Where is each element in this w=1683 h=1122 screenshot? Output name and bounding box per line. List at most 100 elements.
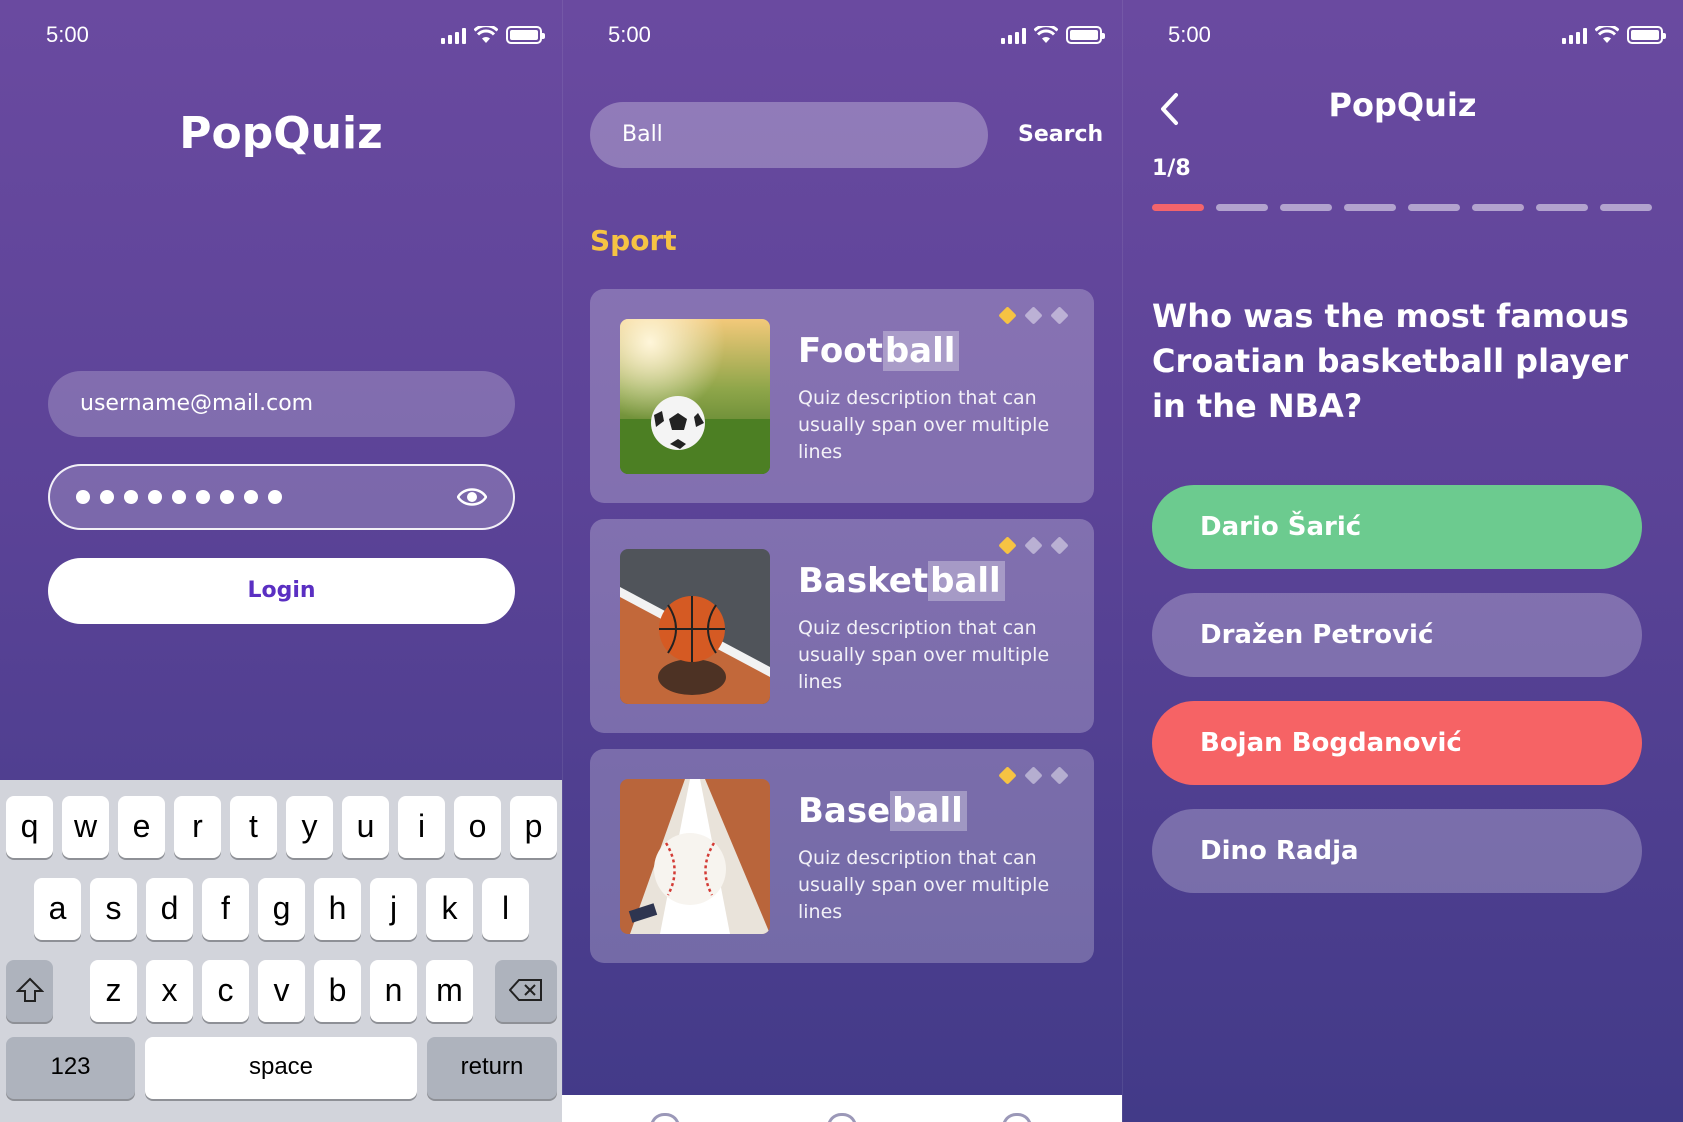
difficulty-rating <box>998 766 1069 785</box>
password-dot <box>100 490 114 504</box>
key-p[interactable]: p <box>510 796 557 858</box>
shift-key[interactable] <box>6 960 53 1022</box>
battery-icon <box>506 26 545 44</box>
search-match-highlight: ball <box>882 331 960 371</box>
login-screen: 5:00 PopQuiz username@mail.com Login 123… <box>0 0 562 1122</box>
password-dot <box>268 490 282 504</box>
password-mask <box>76 490 282 504</box>
question-counter: 1/8 <box>1152 156 1191 181</box>
card-description: Quiz description that can usually span o… <box>798 387 1050 463</box>
search-screen: 5:00 Ball Search Sport Football Quiz des… <box>562 0 1122 1122</box>
key-h[interactable]: h <box>314 878 361 940</box>
status-time: 5:00 <box>608 22 651 47</box>
answer-option-1[interactable]: Dario Šarić <box>1152 485 1642 569</box>
return-key[interactable]: return <box>427 1037 557 1099</box>
shift-icon <box>15 977 44 1002</box>
tab-settings-icon[interactable] <box>1002 1113 1032 1122</box>
signal-icon <box>441 28 466 44</box>
key-b[interactable]: b <box>314 960 361 1022</box>
quiz-card-basketball[interactable]: Basketball Quiz description that can usu… <box>590 519 1094 733</box>
difficulty-rating <box>998 536 1069 555</box>
key-v[interactable]: v <box>258 960 305 1022</box>
quiz-card-baseball[interactable]: Baseball Quiz description that can usual… <box>590 749 1094 963</box>
password-dot <box>244 490 258 504</box>
key-o[interactable]: o <box>454 796 501 858</box>
answer-option-2[interactable]: Dražen Petrović <box>1152 593 1642 677</box>
progress-segment <box>1216 204 1268 211</box>
email-field[interactable]: username@mail.com <box>48 371 515 437</box>
key-x[interactable]: x <box>146 960 193 1022</box>
search-query: Ball <box>622 122 663 147</box>
progress-segment <box>1280 204 1332 211</box>
card-title: Basketball <box>798 561 1005 601</box>
eye-icon[interactable] <box>457 486 487 508</box>
numbers-key[interactable]: 123 <box>6 1037 135 1099</box>
search-match-highlight: ball <box>928 561 1005 601</box>
signal-icon <box>1001 28 1026 44</box>
answer-option-3[interactable]: Bojan Bogdanović <box>1152 701 1642 785</box>
progress-segment <box>1152 204 1204 211</box>
space-key[interactable]: space <box>145 1037 417 1099</box>
quiz-card-football[interactable]: Football Quiz description that can usual… <box>590 289 1094 503</box>
answer-option-4[interactable]: Dino Radja <box>1152 809 1642 893</box>
question-text: Who was the most famous Croatian basketb… <box>1152 297 1629 425</box>
backspace-key[interactable] <box>495 960 557 1022</box>
key-w[interactable]: w <box>62 796 109 858</box>
progress-indicator <box>1152 204 1652 211</box>
status-bar: 5:00 <box>562 20 1122 50</box>
tab-search-icon[interactable] <box>827 1113 857 1122</box>
tab-leaderboard-icon[interactable] <box>650 1113 680 1122</box>
search-match-highlight: ball <box>890 791 967 831</box>
key-i[interactable]: i <box>398 796 445 858</box>
key-d[interactable]: d <box>146 878 193 940</box>
screen-divider <box>1122 0 1123 1122</box>
backspace-icon <box>508 979 542 1001</box>
status-bar: 5:00 <box>0 20 562 50</box>
key-e[interactable]: e <box>118 796 165 858</box>
password-dot <box>220 490 234 504</box>
card-title: Baseball <box>798 791 967 831</box>
keyboard: 123 space return qwertyuiop asdfghjkl zxcv… <box>0 780 562 1122</box>
progress-segment <box>1344 204 1396 211</box>
card-description: Quiz description that can usually span o… <box>798 617 1050 693</box>
status-bar: 5:00 <box>1122 20 1683 50</box>
signal-icon <box>1562 28 1587 44</box>
key-j[interactable]: j <box>370 878 417 940</box>
search-input[interactable]: Ball <box>590 102 988 168</box>
key-r[interactable]: r <box>174 796 221 858</box>
key-k[interactable]: k <box>426 878 473 940</box>
battery-icon <box>1066 26 1105 44</box>
app-title: PopQuiz <box>179 108 383 159</box>
card-description: Quiz description that can usually span o… <box>798 847 1050 923</box>
search-button[interactable]: Search <box>1018 122 1103 147</box>
key-y[interactable]: y <box>286 796 333 858</box>
quiz-screen: 5:00 PopQuiz 1/8 Who was the most famous… <box>1122 0 1683 1122</box>
password-dot <box>172 490 186 504</box>
section-title: Sport <box>590 224 677 257</box>
progress-segment <box>1472 204 1524 211</box>
page-title: PopQuiz <box>1328 86 1477 124</box>
password-dot <box>148 490 162 504</box>
key-t[interactable]: t <box>230 796 277 858</box>
key-n[interactable]: n <box>370 960 417 1022</box>
key-a[interactable]: a <box>34 878 81 940</box>
key-g[interactable]: g <box>258 878 305 940</box>
password-dot <box>76 490 90 504</box>
wifi-icon <box>1034 26 1058 43</box>
key-f[interactable]: f <box>202 878 249 940</box>
key-c[interactable]: c <box>202 960 249 1022</box>
wifi-icon <box>474 26 498 43</box>
key-u[interactable]: u <box>342 796 389 858</box>
password-field[interactable] <box>48 464 515 530</box>
basketball-photo <box>620 549 770 704</box>
wifi-icon <box>1595 26 1619 43</box>
key-q[interactable]: q <box>6 796 53 858</box>
key-s[interactable]: s <box>90 878 137 940</box>
key-m[interactable]: m <box>426 960 473 1022</box>
key-z[interactable]: z <box>90 960 137 1022</box>
login-button[interactable]: Login <box>48 558 515 624</box>
progress-segment <box>1600 204 1652 211</box>
status-time: 5:00 <box>1168 22 1211 47</box>
baseball-photo <box>620 779 770 934</box>
key-l[interactable]: l <box>482 878 529 940</box>
